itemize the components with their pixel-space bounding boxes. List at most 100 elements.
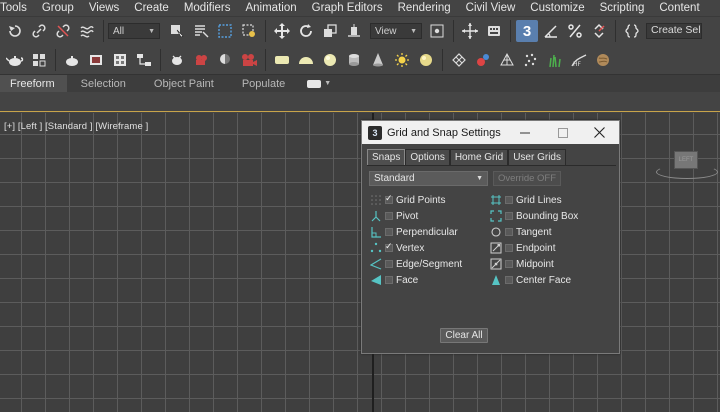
menu-animation[interactable]: Animation — [238, 2, 304, 14]
snap-grid-points[interactable]: Grid Points — [369, 193, 445, 207]
move-icon[interactable] — [271, 20, 293, 42]
snap-type-select[interactable]: Standard ▼ — [369, 171, 488, 186]
endpoint-checkbox[interactable] — [505, 244, 513, 252]
select-manipulate-icon[interactable] — [459, 20, 481, 42]
teapot-icon[interactable] — [4, 49, 26, 71]
menu-content[interactable]: Content — [652, 2, 707, 14]
snap-bounding-box[interactable]: Bounding Box — [489, 209, 578, 223]
bind-spacewarp-icon[interactable] — [76, 20, 98, 42]
schematic-view-icon[interactable] — [133, 49, 155, 71]
omni-light-icon[interactable] — [415, 49, 437, 71]
maximize-icon[interactable] — [544, 121, 582, 144]
spinner-snap-icon[interactable] — [588, 20, 610, 42]
snap-pivot[interactable]: Pivot — [369, 209, 418, 223]
selection-filter-select[interactable]: All ▼ — [108, 23, 160, 39]
snap-vertex[interactable]: Vertex — [369, 241, 424, 255]
menu-customize[interactable]: Customize — [523, 2, 592, 14]
close-icon[interactable] — [580, 121, 618, 144]
center-face-checkbox[interactable] — [505, 276, 513, 284]
dialog-title-bar[interactable]: 3 Grid and Snap Settings — [362, 121, 619, 144]
snap-center-face[interactable]: Center Face — [489, 273, 571, 287]
rotate-icon[interactable] — [295, 20, 317, 42]
menu-rendering[interactable]: Rendering — [391, 2, 459, 14]
keyboard-shortcut-icon[interactable] — [483, 20, 505, 42]
snap-tangent[interactable]: Tangent — [489, 225, 552, 239]
snap-endpoint[interactable]: Endpoint — [489, 241, 555, 255]
pivot-center-icon[interactable] — [426, 20, 448, 42]
midpoint-checkbox[interactable] — [505, 260, 513, 268]
ribbon-tab-freeform[interactable]: Freeform — [0, 74, 67, 93]
ribbon-options-icon[interactable] — [307, 79, 322, 88]
particle-system-icon[interactable] — [448, 49, 470, 71]
hemisphere-icon[interactable] — [295, 49, 317, 71]
reference-coordinate-select[interactable]: View ▼ — [370, 23, 422, 39]
menu-views[interactable]: Views — [82, 2, 127, 14]
place-icon[interactable] — [343, 20, 365, 42]
override-button[interactable]: Override OFF — [493, 171, 561, 186]
angle-snap-icon[interactable] — [540, 20, 562, 42]
chevron-down-icon[interactable]: ▼ — [324, 80, 331, 87]
menu-modifiers[interactable]: Modifiers — [177, 2, 239, 14]
snap-midpoint[interactable]: Midpoint — [489, 257, 554, 271]
minimize-icon[interactable] — [506, 121, 544, 144]
rendered-frame-window-icon[interactable] — [85, 49, 107, 71]
unlink-icon[interactable] — [52, 20, 74, 42]
menu-create[interactable]: Create — [127, 2, 177, 14]
dust-icon[interactable] — [520, 49, 542, 71]
undo-icon[interactable] — [4, 20, 26, 42]
named-selection-set-select[interactable]: Create Selection Se — [646, 23, 702, 39]
material-editor-icon[interactable] — [109, 49, 131, 71]
clear-all-button[interactable]: Clear All — [440, 328, 488, 343]
face-checkbox[interactable] — [385, 276, 393, 284]
menu-tools[interactable]: Tools — [0, 2, 35, 14]
grid-lines-checkbox[interactable] — [505, 196, 513, 204]
window-crossing-icon[interactable] — [238, 20, 260, 42]
menu-scripting[interactable]: Scripting — [593, 2, 653, 14]
select-object-icon[interactable] — [166, 20, 188, 42]
camera-icon[interactable] — [190, 49, 212, 71]
edge-segment-checkbox[interactable] — [385, 260, 393, 268]
viewcube[interactable]: LEFT — [674, 151, 698, 169]
tab-user-grids[interactable]: User Grids — [508, 149, 566, 165]
tab-options[interactable]: Options — [405, 149, 450, 165]
cylinder-icon[interactable] — [343, 49, 365, 71]
hair-fur-icon[interactable]: HF — [568, 49, 590, 71]
sun-icon[interactable] — [391, 49, 413, 71]
menu-civil-view[interactable]: Civil View — [459, 2, 524, 14]
percent-snap-icon[interactable] — [564, 20, 586, 42]
grass-icon[interactable] — [544, 49, 566, 71]
render-icon[interactable] — [166, 49, 188, 71]
select-by-name-icon[interactable] — [190, 20, 212, 42]
plane-icon[interactable] — [271, 49, 293, 71]
scale-icon[interactable] — [319, 20, 341, 42]
video-camera-icon[interactable] — [238, 49, 260, 71]
ribbon-tab-populate[interactable]: Populate — [228, 75, 299, 93]
lamp-icon[interactable] — [214, 49, 236, 71]
vertex-checkbox[interactable] — [385, 241, 393, 252]
snap-perpendicular[interactable]: Perpendicular — [369, 225, 458, 239]
grid-points-checkbox[interactable] — [385, 193, 393, 204]
grid-icon[interactable] — [28, 49, 50, 71]
rectangular-selection-icon[interactable] — [214, 20, 236, 42]
snap-face[interactable]: Face — [369, 273, 418, 287]
ribbon-tab-object-paint[interactable]: Object Paint — [140, 75, 228, 93]
snaps-toggle-icon[interactable]: 3 — [516, 20, 538, 42]
physics-icon[interactable] — [472, 49, 494, 71]
tab-home-grid[interactable]: Home Grid — [449, 149, 509, 165]
tangent-checkbox[interactable] — [505, 228, 513, 236]
viewport-label[interactable]: [+] [Left ] [Standard ] [Wireframe ] — [4, 121, 148, 132]
link-icon[interactable] — [28, 20, 50, 42]
cone-icon[interactable] — [367, 49, 389, 71]
render-setup-icon[interactable] — [61, 49, 83, 71]
wireframe-icon[interactable] — [496, 49, 518, 71]
bounding-box-checkbox[interactable] — [505, 212, 513, 220]
menu-group[interactable]: Group — [35, 2, 82, 14]
texture-icon[interactable] — [592, 49, 614, 71]
ribbon-tab-selection[interactable]: Selection — [67, 75, 140, 93]
edit-named-selection-icon[interactable] — [621, 20, 643, 42]
snap-edge-segment[interactable]: Edge/Segment — [369, 257, 462, 271]
pivot-checkbox[interactable] — [385, 212, 393, 220]
snap-grid-lines[interactable]: Grid Lines — [489, 193, 562, 207]
perpendicular-checkbox[interactable] — [385, 228, 393, 236]
menu-graph-editors[interactable]: Graph Editors — [305, 2, 391, 14]
